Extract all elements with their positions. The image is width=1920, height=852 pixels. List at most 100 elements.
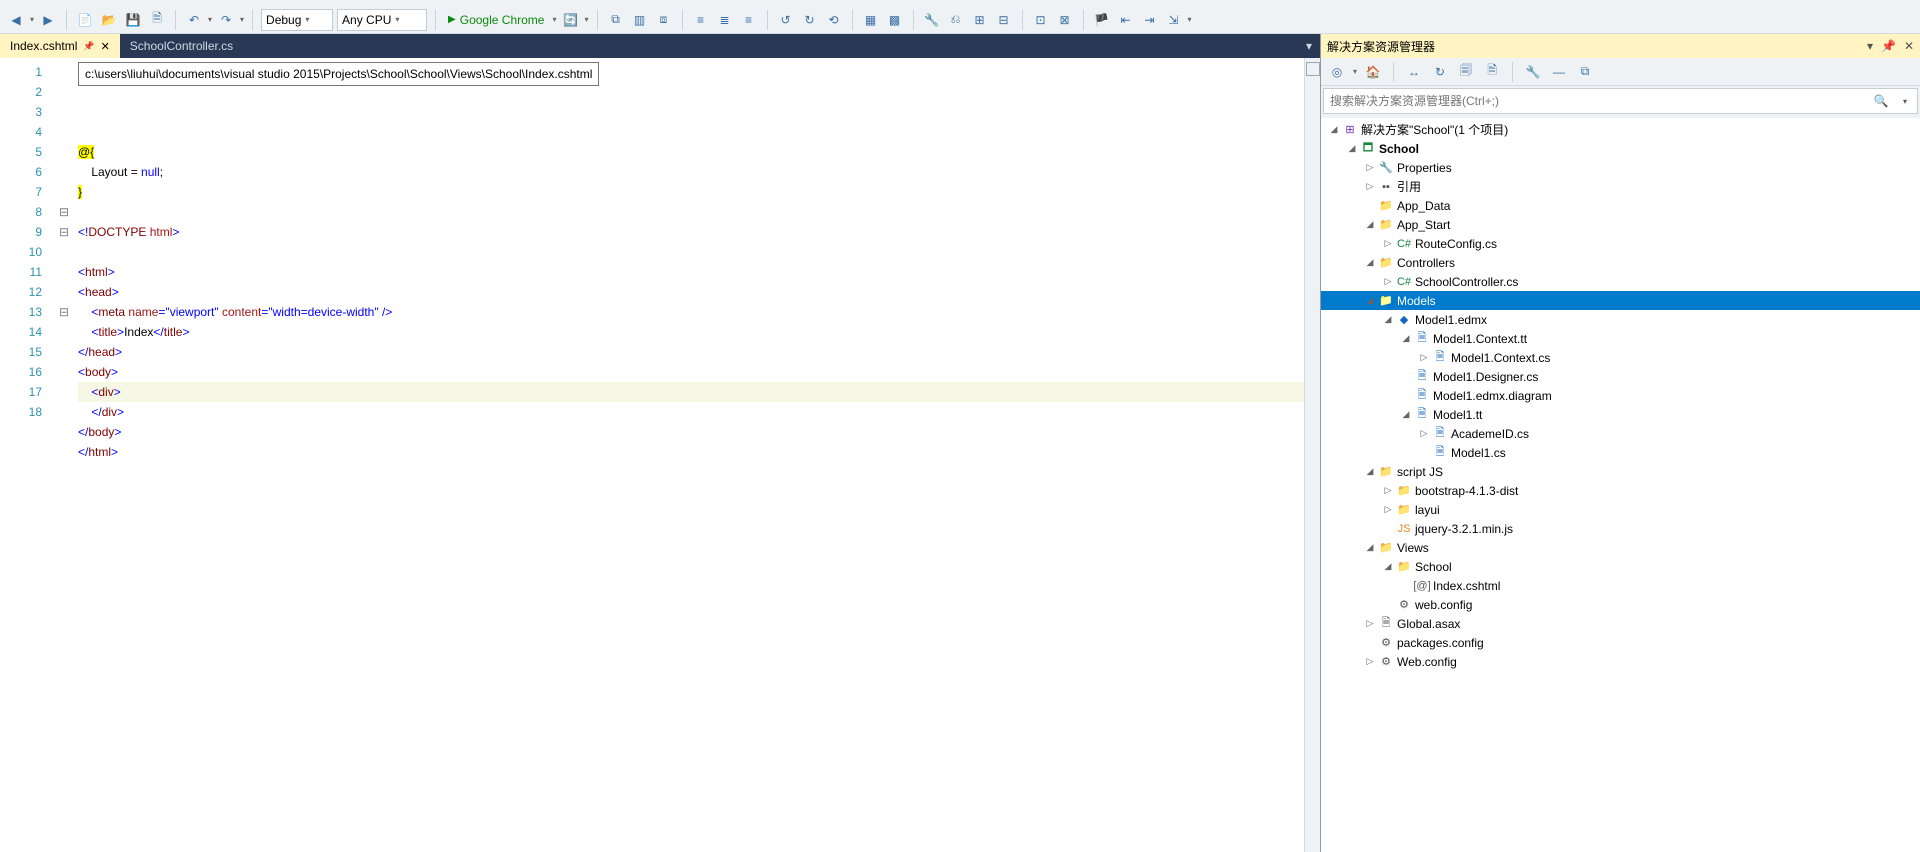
- close-tab-icon[interactable]: ✕: [101, 40, 110, 53]
- code-line[interactable]: <title>Index</title>: [78, 322, 1304, 342]
- vertical-scrollbar[interactable]: [1304, 58, 1320, 852]
- save-button[interactable]: 💾: [123, 10, 143, 30]
- toolbar-icon[interactable]: ↻: [800, 10, 820, 30]
- solution-search-input[interactable]: [1324, 94, 1869, 108]
- code-line[interactable]: </body>: [78, 422, 1304, 442]
- tree-node[interactable]: ◢📁School: [1321, 557, 1920, 576]
- tree-node[interactable]: ▷C#RouteConfig.cs: [1321, 234, 1920, 253]
- tree-node[interactable]: ◢📁script JS: [1321, 462, 1920, 481]
- bookmark-icon[interactable]: 🏴: [1092, 10, 1112, 30]
- tree-node[interactable]: ▷C#SchoolController.cs: [1321, 272, 1920, 291]
- code-line[interactable]: <head>: [78, 282, 1304, 302]
- toolbar-icon[interactable]: ▦: [861, 10, 881, 30]
- sol-preview-icon[interactable]: ―: [1549, 62, 1569, 82]
- search-icon[interactable]: 🔍: [1869, 94, 1893, 108]
- code-line[interactable]: [78, 122, 1304, 142]
- expand-toggle[interactable]: ▷: [1363, 618, 1377, 629]
- tree-node[interactable]: ◢📁Views: [1321, 538, 1920, 557]
- expand-toggle[interactable]: ◢: [1399, 333, 1413, 344]
- sol-sync-icon[interactable]: ↔: [1404, 62, 1424, 82]
- code-line[interactable]: <body>: [78, 362, 1304, 382]
- nav-back-button[interactable]: ◀: [6, 10, 26, 30]
- document-tab[interactable]: SchoolController.cs: [120, 34, 243, 58]
- toolbar-icon[interactable]: ⟲: [824, 10, 844, 30]
- code-line[interactable]: Layout = null;: [78, 162, 1304, 182]
- toolbar-icon[interactable]: ▩: [885, 10, 905, 30]
- tree-node[interactable]: ◢◆Model1.edmx: [1321, 310, 1920, 329]
- undo-button[interactable]: ↶: [184, 10, 204, 30]
- code-line[interactable]: </head>: [78, 342, 1304, 362]
- expand-toggle[interactable]: ▷: [1381, 485, 1395, 496]
- tree-node[interactable]: ▷📁bootstrap-4.1.3-dist: [1321, 481, 1920, 500]
- tree-node[interactable]: ▷▪▪引用: [1321, 177, 1920, 196]
- tab-overflow-button[interactable]: ▾: [1298, 34, 1320, 58]
- start-debug-button[interactable]: Google Chrome: [444, 13, 548, 27]
- tree-node[interactable]: ▷🗎Model1.Context.cs: [1321, 348, 1920, 367]
- expand-toggle[interactable]: ▷: [1417, 428, 1431, 439]
- tree-node[interactable]: ▷🗎Global.asax: [1321, 614, 1920, 633]
- expand-toggle[interactable]: ▷: [1381, 504, 1395, 515]
- code-line[interactable]: <!DOCTYPE html>: [78, 222, 1304, 242]
- code-line[interactable]: <div>: [78, 382, 1304, 402]
- tree-node[interactable]: 🗎Model1.Designer.cs: [1321, 367, 1920, 386]
- tree-node[interactable]: ◢🗎Model1.tt: [1321, 405, 1920, 424]
- toolbar-icon[interactable]: ▥: [630, 10, 650, 30]
- toolbar-icon[interactable]: ⇥: [1140, 10, 1160, 30]
- pin-icon[interactable]: 📌: [83, 41, 94, 52]
- expand-toggle[interactable]: ◢: [1381, 314, 1395, 325]
- panel-dropdown-button[interactable]: ▾: [1867, 39, 1873, 53]
- solution-explorer-search[interactable]: 🔍 ▾: [1323, 88, 1918, 114]
- expand-toggle[interactable]: ◢: [1363, 295, 1377, 306]
- expand-toggle[interactable]: ▷: [1363, 162, 1377, 173]
- tree-node[interactable]: ▷📁layui: [1321, 500, 1920, 519]
- redo-button[interactable]: ↷: [216, 10, 236, 30]
- toolbar-icon[interactable]: ⧈: [654, 10, 674, 30]
- expand-toggle[interactable]: ◢: [1363, 542, 1377, 553]
- save-all-button[interactable]: 🗎: [147, 10, 167, 30]
- expand-toggle[interactable]: ◢: [1363, 466, 1377, 477]
- configuration-dropdown[interactable]: Debug▾: [261, 9, 333, 31]
- toolbar-icon[interactable]: ⊠: [1055, 10, 1075, 30]
- tree-node[interactable]: ⚙packages.config: [1321, 633, 1920, 652]
- code-line[interactable]: </div>: [78, 402, 1304, 422]
- toolbar-icon[interactable]: ≣: [715, 10, 735, 30]
- nav-forward-button[interactable]: ▶: [38, 10, 58, 30]
- debug-step-icon[interactable]: ⧉: [606, 10, 626, 30]
- expand-toggle[interactable]: ▷: [1363, 656, 1377, 667]
- search-dropdown-icon[interactable]: ▾: [1893, 97, 1917, 106]
- open-file-button[interactable]: 📂: [99, 10, 119, 30]
- code-line[interactable]: </html>: [78, 442, 1304, 462]
- tree-node[interactable]: [@]Index.cshtml: [1321, 576, 1920, 595]
- toolbar-icon[interactable]: ⊞: [970, 10, 990, 30]
- tree-node[interactable]: ▷🗎AcademeID.cs: [1321, 424, 1920, 443]
- code-line[interactable]: <html>: [78, 262, 1304, 282]
- browser-link-refresh-button[interactable]: 🔄: [560, 10, 580, 30]
- toolbar-icon[interactable]: 🔧: [922, 10, 942, 30]
- expand-toggle[interactable]: ◢: [1327, 124, 1341, 135]
- code-line[interactable]: @{: [78, 142, 1304, 162]
- tree-node[interactable]: 📁App_Data: [1321, 196, 1920, 215]
- tree-node[interactable]: ◢🗎Model1.Context.tt: [1321, 329, 1920, 348]
- document-tab[interactable]: Index.cshtml📌✕: [0, 34, 120, 58]
- tree-node[interactable]: JSjquery-3.2.1.min.js: [1321, 519, 1920, 538]
- tree-node[interactable]: ◢🗖School: [1321, 139, 1920, 158]
- new-project-button[interactable]: 📄: [75, 10, 95, 30]
- code-line[interactable]: [78, 242, 1304, 262]
- expand-toggle[interactable]: ◢: [1345, 143, 1359, 154]
- expand-toggle[interactable]: ▷: [1381, 238, 1395, 249]
- code-line[interactable]: }: [78, 182, 1304, 202]
- expand-toggle[interactable]: ◢: [1399, 409, 1413, 420]
- split-editor-handle[interactable]: [1306, 62, 1320, 76]
- tree-node[interactable]: 🗎Model1.cs: [1321, 443, 1920, 462]
- code-editor[interactable]: 123456789101112131415161718 ⊟⊟⊟ c:\users…: [0, 58, 1320, 852]
- toolbar-icon[interactable]: ≡: [691, 10, 711, 30]
- expand-toggle[interactable]: ◢: [1363, 219, 1377, 230]
- toolbar-icon[interactable]: ⊟: [994, 10, 1014, 30]
- toolbar-icon[interactable]: ⊡: [1031, 10, 1051, 30]
- toolbar-icon[interactable]: ↺: [776, 10, 796, 30]
- code-line[interactable]: <meta name="viewport" content="width=dev…: [78, 302, 1304, 322]
- outline-fold-column[interactable]: ⊟⊟⊟: [50, 58, 78, 852]
- tree-node[interactable]: ◢📁Controllers: [1321, 253, 1920, 272]
- expand-toggle[interactable]: ▷: [1381, 276, 1395, 287]
- panel-pin-button[interactable]: 📌: [1881, 39, 1896, 53]
